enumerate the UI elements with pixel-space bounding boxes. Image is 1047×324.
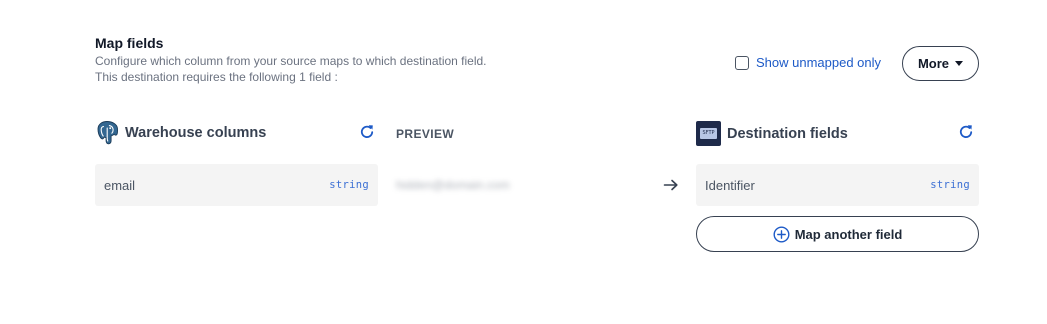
more-button-label: More [917, 56, 950, 71]
source-field-select[interactable]: email string [95, 164, 378, 206]
destination-fields-header: SFTP Destination fields [696, 121, 848, 146]
description-line-2: This destination requires the following … [95, 69, 338, 84]
destination-fields-heading: Destination fields [727, 125, 848, 142]
destination-field-select[interactable]: Identifier string [696, 164, 979, 206]
refresh-icon[interactable] [957, 123, 975, 141]
destination-field-name: Identifier [705, 177, 755, 193]
source-field-type: string [329, 179, 369, 191]
plus-circle-icon [773, 225, 790, 243]
warehouse-columns-header: Warehouse columns [95, 120, 266, 146]
map-another-field-button[interactable]: Map another field [696, 216, 979, 252]
show-unmapped-label[interactable]: Show unmapped only [756, 55, 881, 70]
show-unmapped-checkbox[interactable] [735, 55, 749, 70]
more-button[interactable]: More [902, 46, 979, 81]
caret-down-icon [955, 61, 964, 66]
arrow-right-icon [663, 179, 678, 191]
warehouse-columns-heading: Warehouse columns [125, 125, 267, 141]
description-line-1: Configure which column from your source … [95, 54, 487, 68]
postgresql-elephant-icon [97, 121, 118, 145]
refresh-icon[interactable] [358, 123, 376, 141]
map-fields-description: Configure which column from your source … [95, 54, 487, 85]
show-unmapped-toggle[interactable]: Show unmapped only [735, 55, 881, 70]
destination-field-type: string [930, 179, 970, 191]
map-another-field-label: Map another field [794, 226, 903, 242]
sftp-destination-icon: SFTP [696, 121, 721, 146]
map-fields-title: Map fields [95, 35, 164, 51]
preview-value: hidden@domain.com [396, 178, 510, 192]
preview-heading: PREVIEW [396, 127, 455, 141]
source-field-name: email [104, 177, 136, 193]
